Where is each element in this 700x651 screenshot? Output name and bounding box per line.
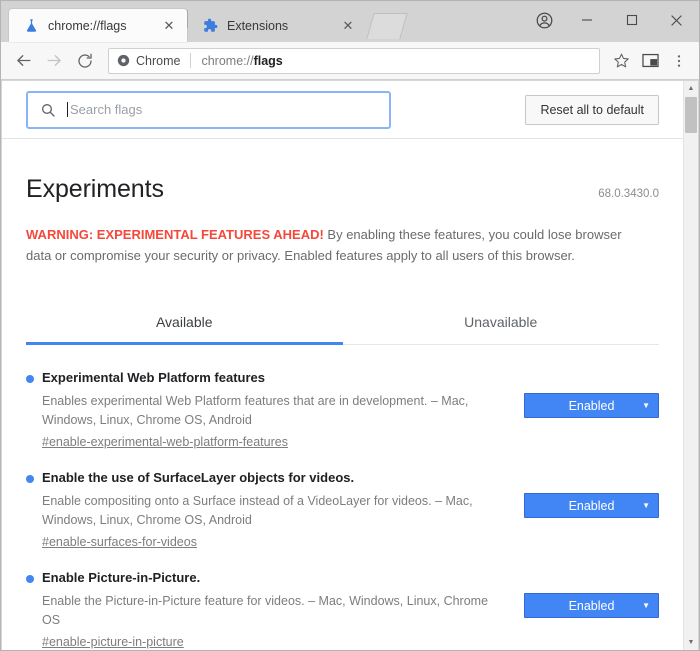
scroll-up-arrow-icon[interactable]: ▲ xyxy=(684,81,698,96)
chevron-down-icon: ▼ xyxy=(642,600,650,610)
flag-row: Enable Picture-in-Picture. Enable the Pi… xyxy=(26,559,659,650)
profile-avatar-icon[interactable] xyxy=(524,1,564,39)
tab-available[interactable]: Available xyxy=(26,304,343,345)
flag-permalink[interactable]: #enable-surfaces-for-videos xyxy=(42,535,197,549)
flag-control: Enabled ▼ xyxy=(524,569,659,618)
scroll-down-arrow-icon[interactable]: ▼ xyxy=(684,635,698,650)
flag-permalink[interactable]: #enable-experimental-web-platform-featur… xyxy=(42,435,288,449)
page-viewport: Search flags Reset all to default Experi… xyxy=(2,81,698,650)
version-label: 68.0.3430.0 xyxy=(598,188,659,200)
flag-title: Experimental Web Platform features xyxy=(42,370,265,385)
flags-header-bar: Search flags Reset all to default xyxy=(2,81,683,139)
reset-all-to-default-button[interactable]: Reset all to default xyxy=(525,94,659,125)
tab-title: Extensions xyxy=(227,18,289,33)
new-tab-button[interactable] xyxy=(366,13,408,39)
search-input[interactable]: Search flags xyxy=(26,90,391,129)
text-caret xyxy=(67,102,68,117)
tab-unavailable[interactable]: Unavailable xyxy=(343,304,660,344)
reload-button-icon[interactable] xyxy=(71,47,99,75)
chrome-logo-icon xyxy=(117,54,130,67)
omnibox-url: chrome://flags xyxy=(201,54,282,68)
browser-tab-extensions[interactable]: Extensions ✕ xyxy=(188,9,366,42)
flag-row: Enable the use of SurfaceLayer objects f… xyxy=(26,459,659,559)
browser-tab-flags[interactable]: chrome://flags ✕ xyxy=(9,9,187,42)
flag-row: Experimental Web Platform features Enabl… xyxy=(26,359,659,459)
tab-title: chrome://flags xyxy=(48,18,127,33)
tab-close-icon[interactable]: ✕ xyxy=(340,18,356,34)
flag-state-value: Enabled xyxy=(568,398,615,413)
flag-permalink[interactable]: #enable-picture-in-picture xyxy=(42,635,184,649)
chevron-down-icon: ▼ xyxy=(642,500,650,510)
flags-page: Search flags Reset all to default Experi… xyxy=(2,81,683,650)
warning-strong: WARNING: EXPERIMENTAL FEATURES AHEAD! xyxy=(26,227,324,242)
scrollbar-thumb[interactable] xyxy=(685,97,697,133)
flag-status-dot-icon xyxy=(26,575,34,583)
flag-description: Enables experimental Web Platform featur… xyxy=(42,394,469,427)
url-bold-part: flags xyxy=(253,53,283,68)
flag-control: Enabled ▼ xyxy=(524,469,659,518)
site-chip-label: Chrome xyxy=(136,53,181,68)
star-icon[interactable] xyxy=(607,47,635,75)
flag-description: Enable compositing onto a Surface instea… xyxy=(42,494,473,527)
flag-info: Enable Picture-in-Picture. Enable the Pi… xyxy=(26,569,496,650)
search-icon xyxy=(40,102,56,118)
site-chip: Chrome xyxy=(117,54,180,68)
address-bar[interactable]: Chrome chrome://flags xyxy=(108,47,600,74)
title-row: Experiments 68.0.3430.0 xyxy=(26,139,659,204)
forward-button-icon xyxy=(40,47,68,75)
tab-close-icon[interactable]: ✕ xyxy=(161,18,177,34)
flag-state-value: Enabled xyxy=(568,598,615,613)
flag-info: Experimental Web Platform features Enabl… xyxy=(26,369,496,451)
maximize-button[interactable] xyxy=(609,1,654,39)
close-button[interactable] xyxy=(654,1,699,39)
flag-title: Enable Picture-in-Picture. xyxy=(42,570,201,585)
flag-list: Experimental Web Platform features Enabl… xyxy=(26,345,659,650)
back-button-icon[interactable] xyxy=(9,47,37,75)
flag-state-select[interactable]: Enabled ▼ xyxy=(524,593,659,618)
page-title: Experiments xyxy=(26,175,164,203)
flag-status-dot-icon xyxy=(26,475,34,483)
tab-strip: chrome://flags ✕ Extensions ✕ xyxy=(1,1,699,42)
puzzle-icon xyxy=(202,18,218,34)
flag-state-select[interactable]: Enabled ▼ xyxy=(524,393,659,418)
flag-state-value: Enabled xyxy=(568,498,615,513)
url-prefix: chrome:// xyxy=(201,53,254,68)
flask-icon xyxy=(23,18,39,34)
flag-title: Enable the use of SurfaceLayer objects f… xyxy=(42,470,355,485)
flags-body: Experiments 68.0.3430.0 WARNING: EXPERIM… xyxy=(2,139,683,650)
flag-state-select[interactable]: Enabled ▼ xyxy=(524,493,659,518)
omnibox-divider xyxy=(190,53,192,68)
search-placeholder: Search flags xyxy=(70,102,143,117)
flag-description: Enable the Picture-in-Picture feature fo… xyxy=(42,594,489,627)
window-controls xyxy=(524,1,699,39)
minimize-button[interactable] xyxy=(564,1,609,39)
chevron-down-icon: ▼ xyxy=(642,400,650,410)
flags-tablist: Available Unavailable xyxy=(26,304,659,345)
vertical-scrollbar[interactable]: ▲ ▼ xyxy=(683,81,698,650)
warning-text: WARNING: EXPERIMENTAL FEATURES AHEAD! By… xyxy=(26,224,636,266)
browser-window: chrome://flags ✕ Extensions ✕ Chrome chr… xyxy=(0,0,700,651)
flag-status-dot-icon xyxy=(26,375,34,383)
menu-icon[interactable] xyxy=(665,47,693,75)
flag-info: Enable the use of SurfaceLayer objects f… xyxy=(26,469,496,551)
browser-toolbar: Chrome chrome://flags xyxy=(1,42,699,80)
picture-in-picture-icon[interactable] xyxy=(636,47,664,75)
flag-control: Enabled ▼ xyxy=(524,369,659,418)
